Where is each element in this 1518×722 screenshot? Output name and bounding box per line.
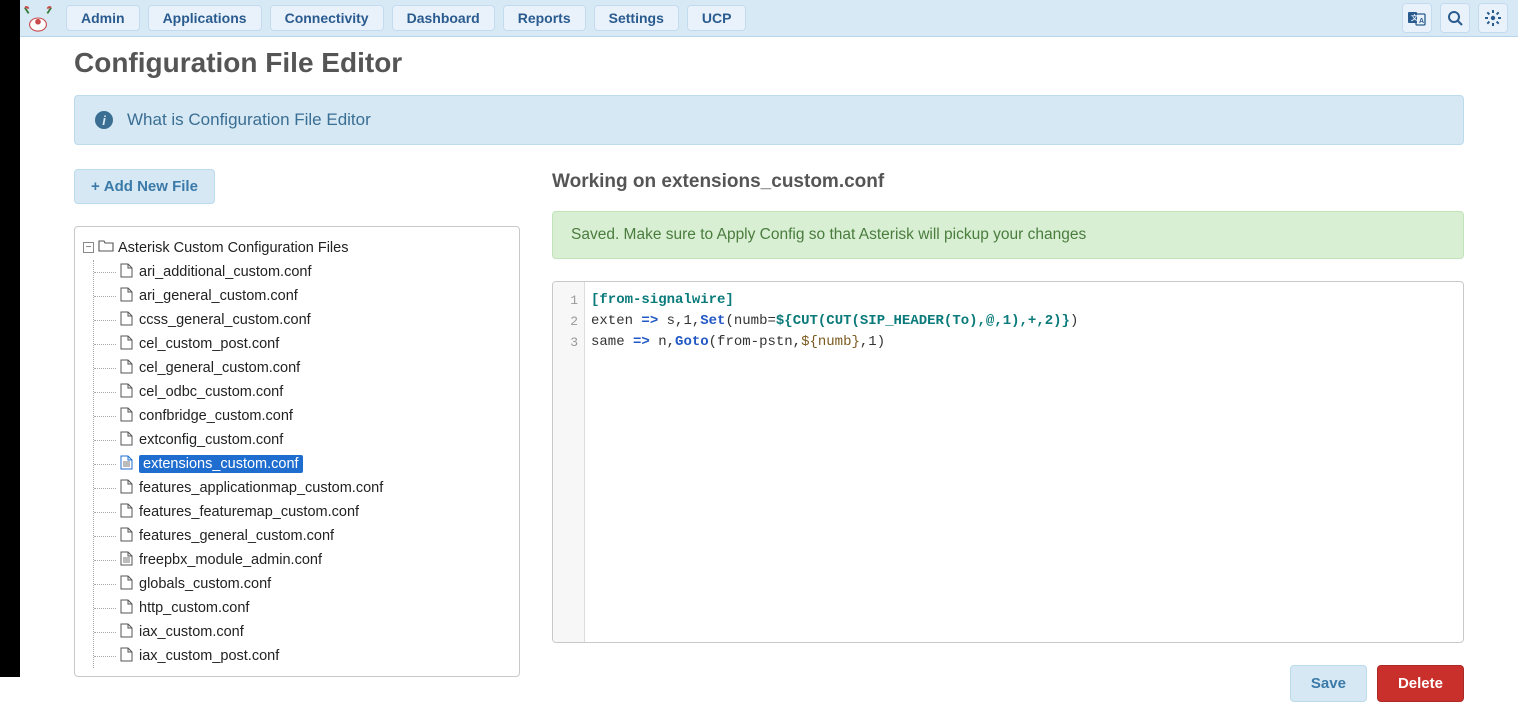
tree-file-item[interactable]: cel_odbc_custom.conf [94,380,511,404]
tree-file-label: features_applicationmap_custom.conf [139,480,383,496]
nav-dashboard[interactable]: Dashboard [392,5,495,31]
info-icon: i [95,111,113,129]
tree-file-label: ari_general_custom.conf [139,288,298,304]
add-new-file-button[interactable]: + Add New File [74,169,215,204]
file-icon [120,335,139,354]
file-icon [120,575,139,594]
file-tree-panel: − Asterisk Custom Configuration Files ar… [74,226,520,677]
language-icon-button[interactable]: 文A [1402,3,1432,33]
tree-file-label: extconfig_custom.conf [139,432,283,448]
tree-file-item[interactable]: http_custom.conf [94,596,511,620]
tree-file-label: confbridge_custom.conf [139,408,293,424]
tree-file-label: cel_odbc_custom.conf [139,384,283,400]
tree-file-item[interactable]: extensions_custom.conf [94,452,511,476]
file-icon [120,311,139,330]
file-icon [120,407,139,426]
gear-icon-button[interactable] [1478,3,1508,33]
tree-file-list: ari_additional_custom.conf ari_general_cu… [93,260,511,668]
working-on-title: Working on extensions_custom.conf [552,171,1464,193]
tree-file-label: ccss_general_custom.conf [139,312,311,328]
top-nav-bar: Admin Applications Connectivity Dashboard Re… [0,0,1518,37]
file-icon [120,263,139,282]
file-icon [120,647,139,666]
file-icon [120,431,139,450]
plus-icon: + [91,178,100,195]
tree-file-label: iax_custom_post.conf [139,648,279,664]
nav-connectivity[interactable]: Connectivity [270,5,384,31]
line-gutter: 123 [553,282,585,642]
tree-file-item[interactable]: features_featuremap_custom.conf [94,500,511,524]
tree-file-item[interactable]: extconfig_custom.conf [94,428,511,452]
tree-file-label: extensions_custom.conf [139,455,303,473]
file-icon [120,287,139,306]
tree-file-item[interactable]: iax_custom_post.conf [94,644,511,668]
tree-file-label: features_featuremap_custom.conf [139,504,359,520]
tree-file-label: http_custom.conf [139,600,249,616]
save-button[interactable]: Save [1290,665,1367,702]
code-editor[interactable]: 123 [from-signalwire] exten => s,1,Set(n… [552,281,1464,643]
file-icon [120,527,139,546]
tree-file-item[interactable]: ari_general_custom.conf [94,284,511,308]
tree-file-item[interactable]: ccss_general_custom.conf [94,308,511,332]
app-logo[interactable] [20,3,56,33]
tree-file-item[interactable]: globals_custom.conf [94,572,511,596]
tree-collapse-icon[interactable]: − [83,242,94,253]
tree-file-item[interactable]: ari_additional_custom.conf [94,260,511,284]
tree-file-item[interactable]: cel_custom_post.conf [94,332,511,356]
file-icon [120,383,139,402]
tree-root[interactable]: − Asterisk Custom Configuration Files [83,237,511,260]
tree-root-label: Asterisk Custom Configuration Files [118,240,348,256]
folder-icon [98,239,114,256]
nav-reports[interactable]: Reports [503,5,586,31]
info-banner-text: What is Configuration File Editor [127,110,371,130]
tree-file-item[interactable]: features_general_custom.conf [94,524,511,548]
nav-admin[interactable]: Admin [66,5,140,31]
file-icon [120,503,139,522]
file-icon [120,479,139,498]
tree-file-label: globals_custom.conf [139,576,271,592]
file-icon [120,599,139,618]
nav-applications[interactable]: Applications [148,5,262,31]
file-icon [120,623,139,642]
svg-text:文: 文 [1411,13,1419,22]
tree-file-item[interactable]: cel_general_custom.conf [94,356,511,380]
nav-items: Admin Applications Connectivity Dashboard Re… [62,5,750,31]
nav-settings[interactable]: Settings [594,5,679,31]
search-icon-button[interactable] [1440,3,1470,33]
file-icon [120,551,139,570]
tree-file-item[interactable]: freepbx_module_admin.conf [94,548,511,572]
tree-file-label: freepbx_module_admin.conf [139,552,322,568]
tree-file-item[interactable]: confbridge_custom.conf [94,404,511,428]
tree-file-label: cel_general_custom.conf [139,360,300,376]
code-content[interactable]: [from-signalwire] exten => s,1,Set(numb=… [585,282,1078,642]
page-title: Configuration File Editor [74,47,1464,79]
tree-file-label: ari_additional_custom.conf [139,264,312,280]
tree-file-label: cel_custom_post.conf [139,336,279,352]
success-banner: Saved. Make sure to Apply Config so that… [552,211,1464,259]
nav-ucp[interactable]: UCP [687,5,747,31]
svg-text:A: A [1419,18,1424,25]
file-icon [120,359,139,378]
tree-file-label: iax_custom.conf [139,624,244,640]
tree-file-item[interactable]: features_applicationmap_custom.conf [94,476,511,500]
tree-file-label: features_general_custom.conf [139,528,334,544]
info-banner[interactable]: i What is Configuration File Editor [74,95,1464,145]
file-icon [120,455,139,474]
tree-file-item[interactable]: iax_custom.conf [94,620,511,644]
delete-button[interactable]: Delete [1377,665,1464,702]
